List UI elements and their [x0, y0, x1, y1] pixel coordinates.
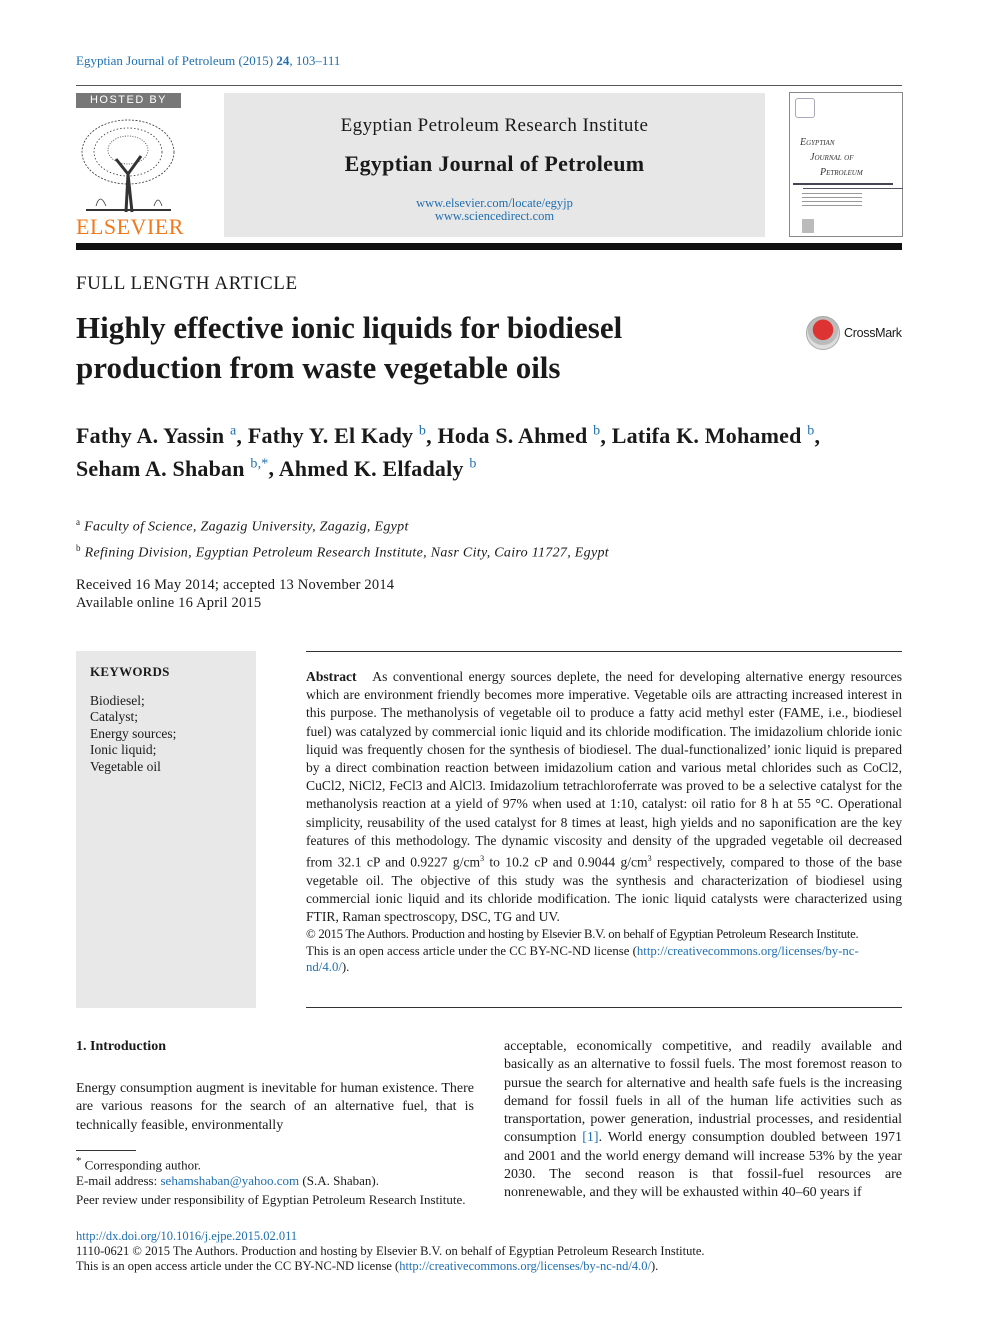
author[interactable]: Seham A. Shaban b,* [76, 456, 269, 481]
hosted-by-label: HOSTED BY [76, 93, 181, 108]
email-note: E-mail address: sehamshaban@yahoo.com (S… [76, 1173, 379, 1189]
email-link[interactable]: sehamshaban@yahoo.com [160, 1173, 299, 1188]
article-title: Highly effective ionic liquids for biodi… [76, 310, 623, 385]
author[interactable]: Fathy Y. El Kady b [248, 423, 426, 448]
journal-title: Egyptian Journal of Petroleum [344, 151, 645, 176]
footnotes: * Corresponding author. E-mail address: … [76, 1153, 474, 1208]
author[interactable]: Ahmed K. Elfadaly b [279, 456, 477, 481]
crossmark-icon [806, 316, 840, 350]
abstract: Abstract As conventional energy sources … [306, 651, 902, 976]
divider [306, 1007, 902, 1008]
keyword: Ionic liquid; [90, 742, 157, 757]
author[interactable]: Fathy A. Yassin a [76, 423, 236, 448]
institute-emblem-icon [795, 98, 815, 118]
publisher-logo: ELSEVIER [76, 214, 184, 239]
journal-cover-thumbnail: Egyptian Journal of Petroleum [789, 92, 903, 237]
peer-review-note: Peer review under responsibility of Egyp… [76, 1192, 466, 1208]
footer-license: This is an open access article under the… [76, 1259, 659, 1273]
crossmark-button[interactable]: CrossMark [806, 316, 902, 350]
keyword: Vegetable oil [90, 758, 161, 774]
intro-paragraph-continued: acceptable, economically competitive, an… [504, 1039, 902, 1201]
license-link[interactable]: http://creativecommons.org/licenses/by-n… [399, 1259, 651, 1273]
keyword: Biodiesel; [90, 692, 145, 708]
doi-link[interactable]: http://dx.doi.org/10.1016/j.ejpe.2015.02… [76, 1229, 297, 1243]
page-footer: http://dx.doi.org/10.1016/j.ejpe.2015.02… [76, 1229, 705, 1274]
keyword: Energy sources; [90, 725, 177, 741]
author[interactable]: Hoda S. Ahmed b [438, 423, 601, 448]
corresponding-author-note: * Corresponding author. [76, 1155, 201, 1173]
abstract-license: This is an open access article under the… [306, 943, 859, 975]
header-bar [76, 243, 902, 250]
journal-banner: Egyptian Petroleum Research Institute Eg… [224, 93, 765, 237]
author-list: Fathy A. Yassin a, Fathy Y. El Kady b, H… [76, 423, 821, 481]
divider [76, 85, 902, 86]
intro-paragraph: Energy consumption augment is inevitable… [76, 1081, 474, 1133]
elsevier-tree-logo-icon [76, 114, 181, 214]
cover-rule [793, 183, 893, 185]
keywords-heading: KEYWORDS [90, 664, 170, 679]
section-heading: 1. Introduction [76, 1039, 166, 1054]
journal-reference[interactable]: Egyptian Journal of Petroleum (2015) 24,… [76, 53, 340, 69]
article-type: FULL LENGTH ARTICLE [76, 273, 298, 294]
abstract-copyright: © 2015 The Authors. Production and hosti… [306, 927, 859, 942]
cover-text [802, 193, 862, 207]
footnote-divider [76, 1150, 136, 1151]
cover-logo [802, 219, 814, 233]
sciencedirect-url[interactable]: www.sciencedirect.com [224, 210, 765, 223]
keyword: Catalyst; [90, 709, 138, 724]
affiliation: a Faculty of Science, Zagazig University… [76, 517, 409, 535]
author[interactable]: Latifa K. Mohamed b [612, 423, 815, 448]
affiliation: b Refining Division, Egyptian Petroleum … [76, 542, 609, 561]
article-dates: Received 16 May 2014; accepted 13 Novemb… [76, 577, 395, 611]
issn-line: 1110-0621 © 2015 The Authors. Production… [76, 1244, 705, 1258]
affiliations: a Faculty of Science, Zagazig University… [76, 512, 609, 563]
abstract-text: Abstract As conventional energy sources … [306, 669, 902, 925]
cover-rule [803, 188, 903, 189]
cover-title: Egyptian Journal of Petroleum [800, 137, 863, 178]
keywords-box: KEYWORDS Biodiesel; Catalyst; Energy sou… [76, 651, 256, 1008]
institute-name: Egyptian Petroleum Research Institute [340, 115, 649, 136]
citation-link[interactable]: [1] [582, 1130, 598, 1145]
